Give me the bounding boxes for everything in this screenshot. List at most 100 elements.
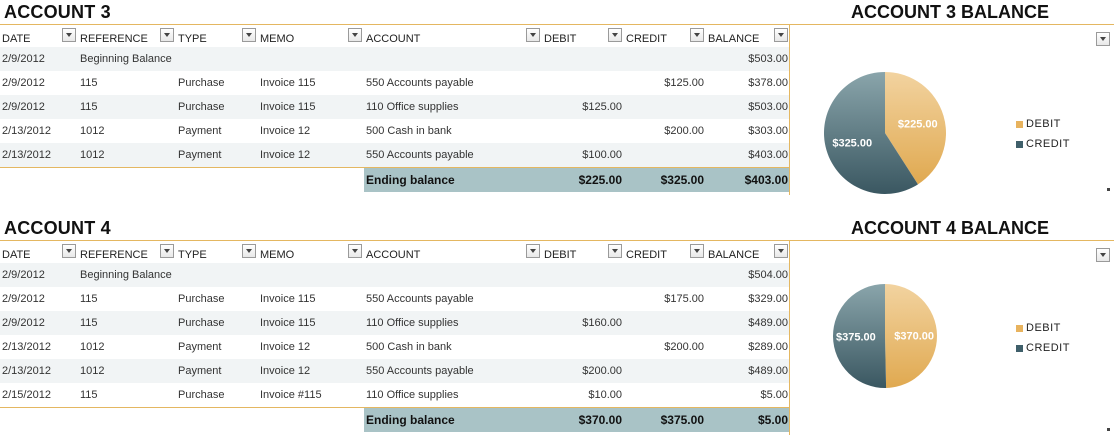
cell-type[interactable]: Purchase bbox=[176, 287, 258, 311]
filter-dropdown-button[interactable] bbox=[690, 28, 704, 42]
resize-handle[interactable] bbox=[1107, 428, 1110, 431]
filter-dropdown-button[interactable] bbox=[348, 28, 362, 42]
cell-credit[interactable] bbox=[624, 359, 706, 383]
filter-dropdown-button[interactable] bbox=[160, 244, 174, 258]
cell-memo[interactable]: Invoice 12 bbox=[258, 359, 364, 383]
cell-date[interactable]: 2/9/2012 bbox=[0, 47, 78, 71]
filter-dropdown-button[interactable] bbox=[690, 244, 704, 258]
cell-debit[interactable] bbox=[542, 119, 624, 143]
cell-balance[interactable]: $403.00 bbox=[706, 143, 790, 168]
table-row[interactable]: 2/13/2012 1012 Payment Invoice 12 500 Ca… bbox=[0, 119, 790, 143]
cell-memo[interactable]: Invoice 12 bbox=[258, 335, 364, 359]
table-row[interactable]: 2/13/2012 1012 Payment Invoice 12 550 Ac… bbox=[0, 359, 790, 383]
filter-dropdown-button[interactable] bbox=[62, 244, 76, 258]
cell-balance[interactable]: $303.00 bbox=[706, 119, 790, 143]
cell-credit[interactable] bbox=[624, 143, 706, 168]
cell-type[interactable]: Payment bbox=[176, 119, 258, 143]
cell-reference[interactable]: 115 bbox=[78, 287, 176, 311]
cell-type[interactable]: Purchase bbox=[176, 95, 258, 119]
cell-reference[interactable]: 1012 bbox=[78, 359, 176, 383]
cell-balance[interactable]: $5.00 bbox=[706, 383, 790, 408]
cell-balance[interactable]: $489.00 bbox=[706, 359, 790, 383]
cell-memo[interactable]: Invoice 12 bbox=[258, 143, 364, 168]
cell-date[interactable]: 2/13/2012 bbox=[0, 119, 78, 143]
cell-account[interactable]: 110 Office supplies bbox=[364, 311, 542, 335]
cell-date[interactable]: 2/9/2012 bbox=[0, 287, 78, 311]
filter-dropdown-button[interactable] bbox=[774, 28, 788, 42]
cell-balance[interactable]: $378.00 bbox=[706, 71, 790, 95]
cell-debit[interactable] bbox=[542, 335, 624, 359]
cell-date[interactable]: 2/13/2012 bbox=[0, 335, 78, 359]
cell-credit[interactable] bbox=[624, 47, 706, 71]
cell-account[interactable]: 550 Accounts payable bbox=[364, 143, 542, 168]
cell-debit[interactable]: $100.00 bbox=[542, 143, 624, 168]
cell-date[interactable]: 2/13/2012 bbox=[0, 359, 78, 383]
table-row[interactable]: 2/9/2012 115 Purchase Invoice 115 110 Of… bbox=[0, 95, 790, 119]
cell-account[interactable]: 110 Office supplies bbox=[364, 95, 542, 119]
cell-credit[interactable] bbox=[624, 383, 706, 408]
cell-debit[interactable]: $125.00 bbox=[542, 95, 624, 119]
cell-memo[interactable]: Invoice 115 bbox=[258, 71, 364, 95]
cell-balance[interactable]: $504.00 bbox=[706, 263, 790, 287]
cell-credit[interactable] bbox=[624, 263, 706, 287]
table-row[interactable]: 2/15/2012 115 Purchase Invoice #115 110 … bbox=[0, 383, 790, 408]
cell-type[interactable]: Purchase bbox=[176, 311, 258, 335]
chart-filter-button[interactable] bbox=[1096, 248, 1110, 262]
cell-account[interactable]: 550 Accounts payable bbox=[364, 359, 542, 383]
cell-reference[interactable]: 1012 bbox=[78, 143, 176, 168]
cell-balance[interactable]: $503.00 bbox=[706, 47, 790, 71]
cell-credit[interactable]: $200.00 bbox=[624, 119, 706, 143]
cell-account[interactable]: 550 Accounts payable bbox=[364, 287, 542, 311]
resize-handle[interactable] bbox=[1107, 188, 1110, 191]
table-row[interactable]: 2/13/2012 1012 Payment Invoice 12 550 Ac… bbox=[0, 143, 790, 168]
cell-debit[interactable] bbox=[542, 263, 624, 287]
cell-credit[interactable]: $175.00 bbox=[624, 287, 706, 311]
cell-type[interactable]: Payment bbox=[176, 335, 258, 359]
table-row[interactable]: 2/9/2012 Beginning Balance $504.00 bbox=[0, 263, 790, 287]
cell-account[interactable]: 500 Cash in bank bbox=[364, 335, 542, 359]
cell-balance[interactable]: $503.00 bbox=[706, 95, 790, 119]
cell-debit[interactable]: $200.00 bbox=[542, 359, 624, 383]
account-4-chart[interactable]: $370.00 $375.00 DEBIT CREDIT bbox=[789, 240, 1114, 435]
cell-memo[interactable]: Invoice 12 bbox=[258, 119, 364, 143]
cell-credit[interactable] bbox=[624, 311, 706, 335]
cell-credit[interactable] bbox=[624, 95, 706, 119]
cell-type[interactable]: Purchase bbox=[176, 383, 258, 408]
table-row[interactable]: 2/9/2012 115 Purchase Invoice 115 550 Ac… bbox=[0, 287, 790, 311]
cell-debit[interactable] bbox=[542, 47, 624, 71]
cell-reference[interactable]: 115 bbox=[78, 311, 176, 335]
cell-reference[interactable]: 1012 bbox=[78, 335, 176, 359]
cell-memo[interactable]: Invoice 115 bbox=[258, 287, 364, 311]
cell-date[interactable]: 2/13/2012 bbox=[0, 143, 78, 168]
table-row[interactable]: 2/9/2012 115 Purchase Invoice 115 110 Of… bbox=[0, 311, 790, 335]
cell-debit[interactable]: $10.00 bbox=[542, 383, 624, 408]
table-row[interactable]: 2/9/2012 115 Purchase Invoice 115 550 Ac… bbox=[0, 71, 790, 95]
cell-account[interactable]: 550 Accounts payable bbox=[364, 71, 542, 95]
filter-dropdown-button[interactable] bbox=[242, 244, 256, 258]
cell-reference[interactable]: 1012 bbox=[78, 119, 176, 143]
cell-type[interactable]: Payment bbox=[176, 359, 258, 383]
filter-dropdown-button[interactable] bbox=[774, 244, 788, 258]
cell-date[interactable]: 2/9/2012 bbox=[0, 71, 78, 95]
filter-dropdown-button[interactable] bbox=[526, 244, 540, 258]
cell-debit[interactable] bbox=[542, 71, 624, 95]
cell-memo[interactable]: Invoice 115 bbox=[258, 95, 364, 119]
cell-date[interactable]: 2/9/2012 bbox=[0, 263, 78, 287]
cell-type[interactable]: Purchase bbox=[176, 71, 258, 95]
cell-reference[interactable]: 115 bbox=[78, 71, 176, 95]
chart-filter-button[interactable] bbox=[1096, 32, 1110, 46]
cell-balance[interactable]: $289.00 bbox=[706, 335, 790, 359]
cell-credit[interactable]: $200.00 bbox=[624, 335, 706, 359]
cell-balance[interactable]: $489.00 bbox=[706, 311, 790, 335]
account-3-chart[interactable]: $225.00 $325.00 DEBIT CREDIT bbox=[789, 24, 1114, 195]
cell-credit[interactable]: $125.00 bbox=[624, 71, 706, 95]
filter-dropdown-button[interactable] bbox=[608, 244, 622, 258]
filter-dropdown-button[interactable] bbox=[160, 28, 174, 42]
cell-account[interactable]: 500 Cash in bank bbox=[364, 119, 542, 143]
cell-reference[interactable]: Beginning Balance bbox=[78, 47, 542, 71]
cell-memo[interactable]: Invoice #115 bbox=[258, 383, 364, 408]
cell-date[interactable]: 2/9/2012 bbox=[0, 311, 78, 335]
cell-type[interactable]: Payment bbox=[176, 143, 258, 168]
cell-memo[interactable]: Invoice 115 bbox=[258, 311, 364, 335]
filter-dropdown-button[interactable] bbox=[62, 28, 76, 42]
